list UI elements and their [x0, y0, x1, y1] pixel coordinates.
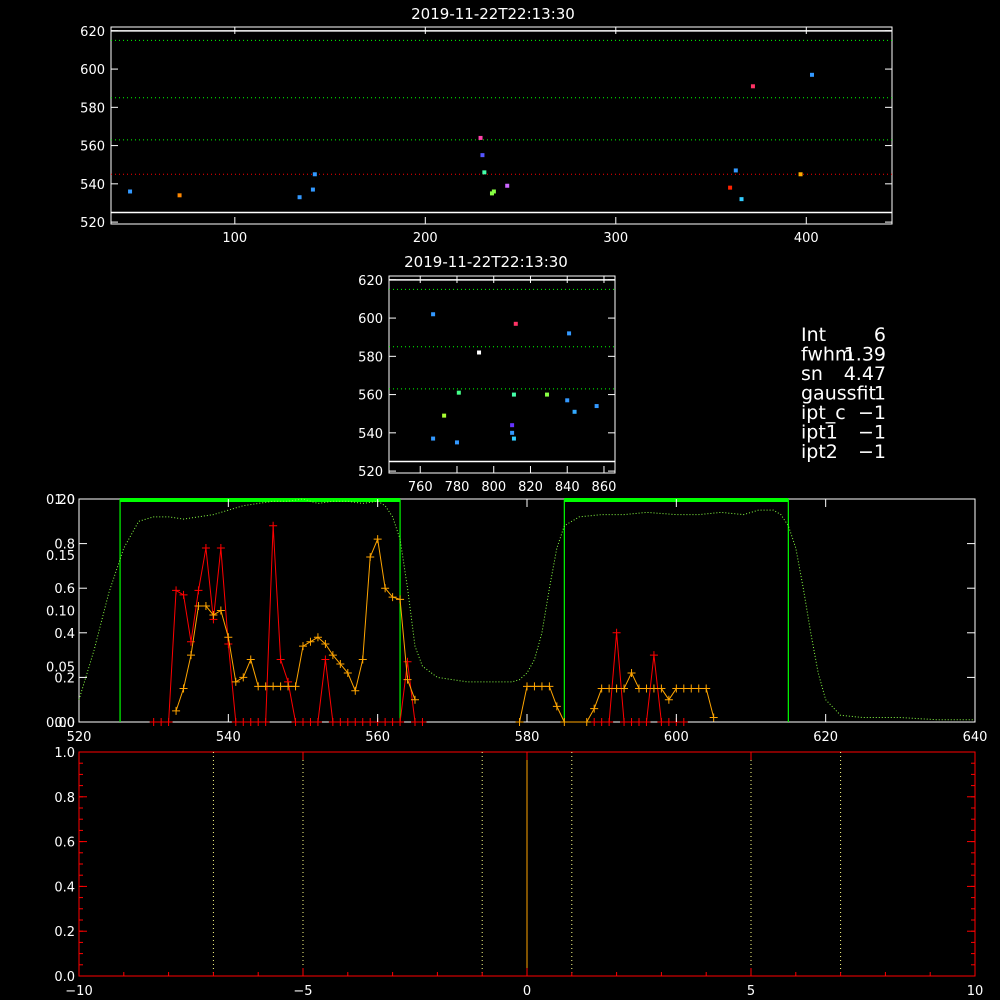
x-tick-label: 580	[515, 730, 540, 745]
y-tick-label: 580	[358, 350, 383, 365]
data-point	[454, 440, 459, 445]
data-point	[733, 168, 738, 173]
y-tick-label-left: 0.6	[54, 582, 75, 597]
data-point	[177, 193, 182, 198]
y-tick-label: 0.4	[54, 880, 75, 895]
data-point	[442, 413, 447, 418]
data-point	[128, 189, 133, 194]
data-point	[572, 409, 577, 414]
y-tick-label-secondary: 0.15	[46, 549, 75, 564]
y-tick-label: 0.2	[54, 925, 75, 940]
data-point	[511, 436, 516, 441]
x-tick-label: 300	[603, 231, 628, 246]
y-tick-label: 600	[358, 312, 383, 327]
x-tick-label: 620	[813, 730, 838, 745]
y-tick-label-secondary: 0.05	[46, 660, 75, 675]
data-point	[594, 404, 599, 409]
data-point	[567, 331, 572, 336]
data-point	[431, 312, 436, 317]
figure-canvas: 2019-11-22T22:13:30 100 200 300 40052054056…	[0, 0, 1000, 1000]
x-tick-label: 400	[794, 231, 819, 246]
x-tick-label: 600	[664, 730, 689, 745]
middle-panel-title: 2019-11-22T22:13:30	[404, 253, 568, 271]
x-tick-label: −5	[293, 984, 312, 999]
y-tick-label-secondary: 0.10	[46, 605, 75, 620]
data-point	[510, 430, 515, 435]
data-point	[511, 392, 516, 397]
x-tick-label: 200	[413, 231, 438, 246]
y-tick-label: 620	[80, 25, 105, 40]
x-tick-label: 820	[518, 480, 543, 495]
y-tick-label: 540	[80, 178, 105, 193]
data-point	[297, 195, 302, 200]
data-point	[478, 135, 483, 140]
top-panel-title: 2019-11-22T22:13:30	[411, 5, 575, 23]
x-tick-label: 5	[747, 984, 755, 999]
data-point	[565, 398, 570, 403]
data-point	[545, 392, 550, 397]
y-tick-label: 600	[80, 63, 105, 78]
y-tick-label-secondary: 0.20	[46, 493, 75, 508]
data-point	[750, 84, 755, 89]
y-tick-label: 0.0	[54, 970, 75, 985]
data-point	[513, 321, 518, 326]
x-tick-label: 560	[365, 730, 390, 745]
data-point	[480, 153, 485, 158]
data-point	[510, 423, 515, 428]
data-point	[312, 172, 317, 177]
y-tick-label: 0.6	[54, 836, 75, 851]
y-tick-label-secondary: 0.00	[46, 716, 75, 731]
y-tick-label: 520	[358, 465, 383, 480]
x-tick-label: 780	[445, 480, 470, 495]
data-point	[798, 172, 803, 177]
x-tick-label: 520	[67, 730, 92, 745]
x-tick-label: 540	[216, 730, 241, 745]
info-key: ipt2	[801, 441, 838, 463]
y-tick-label: 1.0	[54, 746, 75, 761]
data-point	[477, 350, 482, 355]
data-point	[739, 197, 744, 202]
x-tick-label: 640	[963, 730, 988, 745]
info-value: −1	[858, 441, 886, 463]
data-point	[431, 436, 436, 441]
x-tick-label: 100	[222, 231, 247, 246]
x-tick-label: 800	[481, 480, 506, 495]
y-tick-label: 520	[80, 216, 105, 231]
x-tick-label: −10	[65, 984, 92, 999]
y-tick-label-left: 0.4	[54, 627, 75, 642]
y-tick-label: 560	[358, 389, 383, 404]
data-point	[505, 183, 510, 188]
x-tick-label: 760	[408, 480, 433, 495]
y-tick-label: 580	[80, 101, 105, 116]
y-tick-label: 620	[358, 274, 383, 289]
data-point	[728, 185, 733, 190]
y-tick-label: 560	[80, 140, 105, 155]
x-tick-label: 840	[555, 480, 580, 495]
x-tick-label: 860	[592, 480, 617, 495]
data-point	[809, 72, 814, 77]
y-tick-label: 540	[358, 427, 383, 442]
data-point	[456, 390, 461, 395]
data-point	[491, 189, 496, 194]
x-tick-label: 0	[523, 984, 531, 999]
y-tick-label: 0.8	[54, 791, 75, 806]
data-point	[482, 170, 487, 175]
data-point	[310, 187, 315, 192]
x-tick-label: 10	[967, 984, 984, 999]
